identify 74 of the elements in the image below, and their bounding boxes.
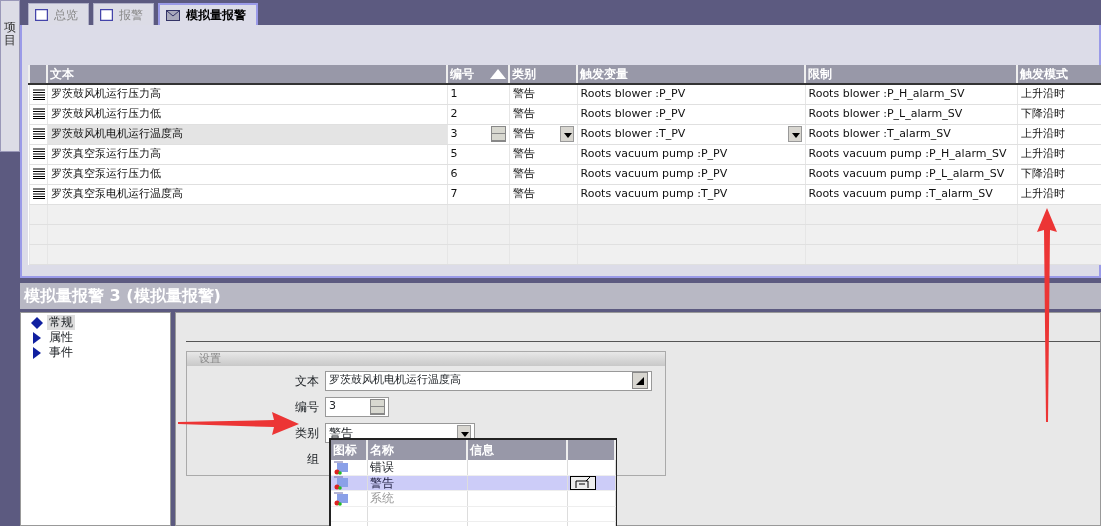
nav-item[interactable]: 常规 [31,315,170,330]
row-handle-icon[interactable] [32,168,45,180]
row-handle-icon[interactable] [32,128,45,140]
alarm-class-icon [333,491,349,506]
table-cell: Roots vacuum pump :P_PV [577,164,805,184]
side-tab[interactable]: 项目 [0,0,20,152]
table-cell: Roots blower :P_H_alarm_SV [805,84,1017,104]
table-cell: 罗茨鼓风机运行压力高 [47,84,447,104]
text-field[interactable]: 罗茨鼓风机电机运行温度高 [325,370,652,391]
table-cell: 罗茨真空泵运行压力低 [47,164,447,184]
dropdown-button[interactable] [787,126,802,142]
table-cell: Roots vacuum pump :P_H_alarm_SV [805,144,1017,164]
dropdown-button[interactable] [559,126,574,142]
table-cell: 罗茨鼓风机电机运行温度高 [47,124,447,144]
group-title: 设置 [187,352,665,366]
table-cell: 3 [447,124,509,144]
table-cell: 下降沿时 [1017,104,1101,124]
alarm-class-icon [333,476,349,490]
spin-button[interactable] [490,126,506,142]
table-cell: Roots blower :P_PV [577,104,805,124]
table-cell: 警告 [509,184,577,204]
envelope-icon [166,9,180,21]
table-cell: Roots blower :T_alarm_SV [805,124,1017,144]
field-label: 文本 [294,372,320,390]
table-cell: 罗茨鼓风机运行压力低 [47,104,447,124]
table-cell: 上升沿时 [1017,84,1101,104]
table-cell: 警告 [509,104,577,124]
table-cell: 警告 [509,144,577,164]
table-cell: 下降沿时 [1017,164,1101,184]
table-cell: 上升沿时 [1017,124,1101,144]
table-cell: Roots blower :P_L_alarm_SV [805,104,1017,124]
column-header: 图标 [331,440,367,460]
field-label: 编号 [294,398,320,416]
field-label: 组 [306,450,320,468]
spin-button[interactable] [370,398,385,415]
table-cell: Roots blower :T_PV [577,124,805,144]
table-cell: Roots vacuum pump :P_PV [577,144,805,164]
nav-item[interactable]: 事件 [31,345,170,360]
table-cell: 警告 [509,124,577,144]
diamond-arrow-icon [31,316,43,329]
row-handle-icon[interactable] [32,148,45,160]
table-cell: 6 [447,164,509,184]
row-handle-icon[interactable] [32,188,45,200]
table-cell: 警告 [509,84,577,104]
table-cell: 罗茨真空泵电机运行温度高 [47,184,447,204]
table-cell: 5 [447,144,509,164]
table-cell: 7 [447,184,509,204]
number-field[interactable]: 3 [325,396,389,417]
expand-icon[interactable] [632,372,648,389]
table-cell: Roots vacuum pump :T_PV [577,184,805,204]
table-cell: 1 [447,84,509,104]
row-handle-icon[interactable] [32,108,45,120]
nav-item[interactable]: 属性 [31,330,170,345]
window-icon [35,8,48,21]
column-header: 名称 [367,440,467,460]
table-cell: 罗茨真空泵运行压力高 [47,144,447,164]
table-cell: Roots vacuum pump :P_L_alarm_SV [805,164,1017,184]
list-item[interactable]: 错误 [367,460,467,475]
table-cell: Roots blower :P_PV [577,84,805,104]
table-cell: 警告 [509,164,577,184]
table-cell: 上升沿时 [1017,144,1101,164]
alarm-class-icon [333,460,349,475]
triangle-icon [31,346,43,359]
field-label: 类别 [294,424,320,442]
triangle-icon [31,331,43,344]
editor-title: 模拟量报警 3 (模拟量报警) [20,283,1101,309]
table-cell: 2 [447,104,509,124]
row-handle-icon[interactable] [32,88,45,100]
edit-icon[interactable] [569,476,596,490]
column-header: 信息 [467,440,567,460]
tab[interactable]: 模拟量报警 [158,3,258,25]
table-cell: Roots vacuum pump :T_alarm_SV [805,184,1017,204]
window-icon [100,8,113,21]
table-cell: 上升沿时 [1017,184,1101,204]
